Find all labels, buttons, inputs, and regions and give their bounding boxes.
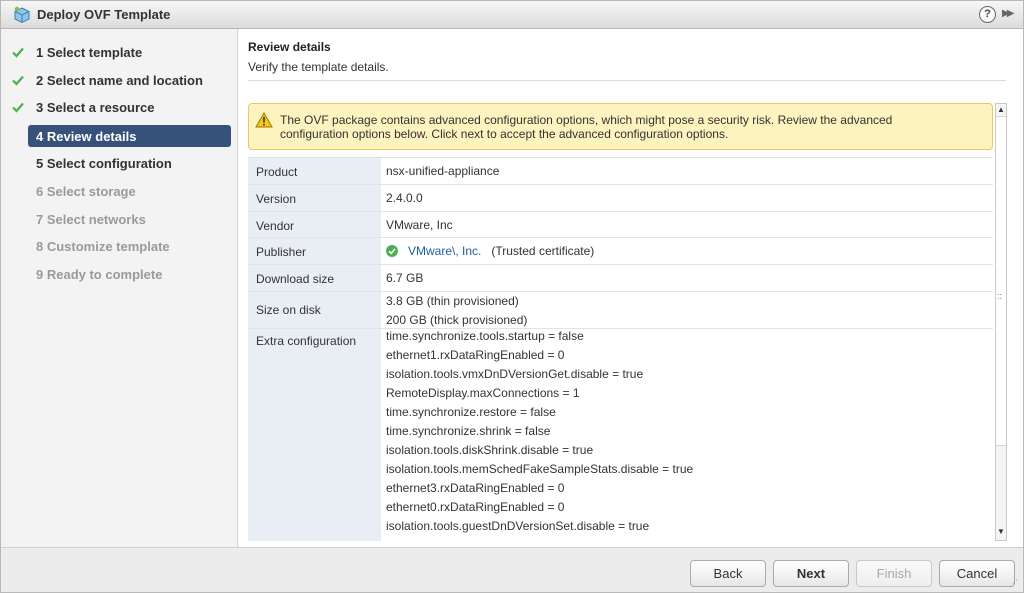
step-label: 3 Select a resource [36, 100, 155, 115]
vertical-scrollbar[interactable]: ▲ :: ▼ [995, 103, 1007, 541]
step-label: 8 Customize template [36, 239, 170, 254]
step-label: 1 Select template [36, 45, 143, 60]
detail-value: 2.4.0.0 [386, 191, 423, 205]
title-bar: Deploy OVF Template ? ▶▶ [1, 1, 1023, 29]
check-icon [12, 75, 24, 86]
step-select-configuration[interactable]: 5 Select configuration [1, 152, 238, 174]
step-ready-to-complete: 9 Ready to complete [1, 263, 238, 285]
detail-row-product: Product nsx-unified-appliance [248, 158, 993, 185]
help-icon[interactable]: ? [979, 6, 996, 23]
dialog-title: Deploy OVF Template [37, 7, 171, 22]
scrollbar-thumb[interactable]: :: [996, 116, 1006, 446]
details-table: Product nsx-unified-appliance Version 2.… [248, 157, 993, 541]
detail-row-size-on-disk: Size on disk 3.8 GB (thin provisioned) 2… [248, 292, 993, 329]
warning-message: The OVF package contains advanced config… [280, 113, 893, 141]
detail-value: VMware, Inc [386, 218, 453, 232]
detail-value: 6.7 GB [386, 271, 424, 285]
step-label: 4 Review details [36, 129, 137, 144]
step-select-storage: 6 Select storage [1, 180, 238, 202]
step-label: 7 Select networks [36, 212, 146, 227]
step-select-template[interactable]: 1 Select template [1, 41, 238, 63]
divider [248, 80, 1006, 81]
detail-key: Publisher [248, 238, 381, 264]
resize-grip-icon[interactable]: ⋰ [1009, 578, 1021, 590]
detail-key: Extra configuration [248, 329, 381, 541]
certificate-note: (Trusted certificate) [491, 244, 595, 258]
back-button[interactable]: Back [690, 560, 766, 587]
detail-value: time.synchronize.tools.startup = false e… [386, 329, 694, 533]
wizard-footer: Back Next Finish Cancel ⋰ [1, 547, 1023, 592]
step-label: 6 Select storage [36, 184, 136, 199]
detail-value: VMware\, Inc. (Trusted certificate) [386, 242, 986, 261]
publisher-link[interactable]: VMware\, Inc. [408, 244, 481, 258]
detail-row-vendor: Vendor VMware, Inc [248, 212, 993, 238]
step-label: 9 Ready to complete [36, 267, 163, 282]
next-button[interactable]: Next [773, 560, 849, 587]
detail-key: Product [248, 158, 381, 184]
step-review-details[interactable]: 4 Review details [28, 125, 231, 147]
detail-key: Download size [248, 265, 381, 291]
trusted-check-icon [386, 245, 398, 257]
wizard-steps: 1 Select template 2 Select name and loca… [1, 29, 238, 547]
security-warning: The OVF package contains advanced config… [248, 103, 993, 150]
step-label: 2 Select name and location [36, 73, 203, 88]
detail-key: Size on disk [248, 292, 381, 328]
review-details-panel: Review details Verify the template detai… [238, 29, 1023, 547]
warning-icon [255, 112, 273, 128]
detail-row-publisher: Publisher VMware\, Inc. (Trusted certifi… [248, 238, 993, 265]
detail-row-version: Version 2.4.0.0 [248, 185, 993, 212]
detail-key: Vendor [248, 212, 381, 237]
step-customize-template: 8 Customize template [1, 235, 238, 257]
finish-button: Finish [856, 560, 932, 587]
details-scroll-area[interactable]: The OVF package contains advanced config… [248, 103, 993, 541]
detail-value: 3.8 GB (thin provisioned) 200 GB (thick … [386, 294, 528, 327]
cancel-button[interactable]: Cancel [939, 560, 1015, 587]
expand-icon[interactable]: ▶▶ [1002, 7, 1016, 21]
step-select-networks: 7 Select networks [1, 208, 238, 230]
step-select-name-location[interactable]: 2 Select name and location [1, 69, 238, 91]
step-label: 5 Select configuration [36, 156, 172, 171]
vm-template-icon [14, 6, 30, 24]
grip-icon: :: [997, 291, 1003, 301]
deploy-ovf-dialog: Deploy OVF Template ? ▶▶ 1 Select templa… [0, 0, 1024, 593]
detail-key: Version [248, 185, 381, 211]
page-title: Review details [248, 40, 331, 54]
check-icon [12, 102, 24, 113]
scroll-down-arrow-icon[interactable]: ▼ [997, 528, 1005, 536]
detail-row-extra-configuration: Extra configuration time.synchronize.too… [248, 329, 993, 541]
check-icon [12, 47, 24, 58]
scroll-up-arrow-icon[interactable]: ▲ [997, 106, 1005, 114]
detail-value: nsx-unified-appliance [386, 164, 500, 178]
step-select-resource[interactable]: 3 Select a resource [1, 96, 238, 118]
detail-row-download-size: Download size 6.7 GB [248, 265, 993, 292]
page-subtitle: Verify the template details. [248, 60, 389, 74]
